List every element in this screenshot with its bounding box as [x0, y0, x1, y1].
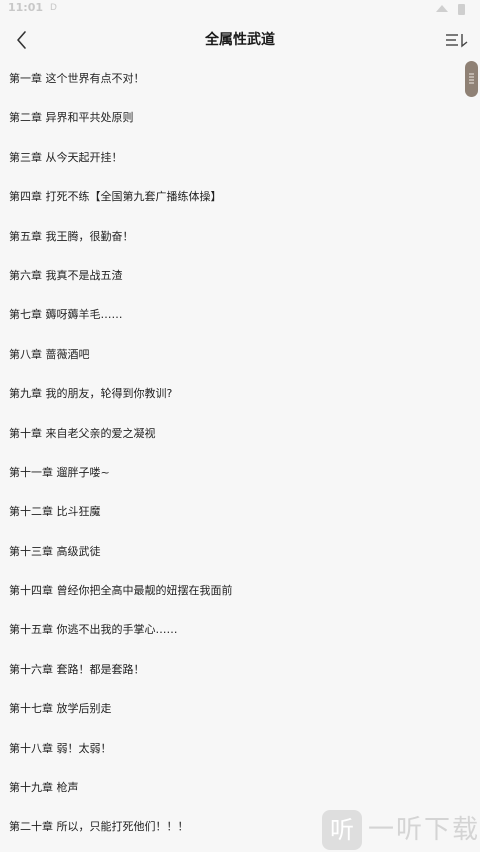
grip-lines-icon [469, 73, 474, 84]
chapter-item[interactable]: 第十二章 比斗狂魔 [0, 492, 480, 531]
chapter-item[interactable]: 第十八章 弱！太弱！ [0, 729, 480, 768]
chapter-item[interactable]: 第十章 来自老父亲的爱之凝视 [0, 414, 480, 453]
status-time: 11:01 [8, 1, 44, 14]
chevron-left-icon[interactable] [8, 26, 36, 54]
chapter-item[interactable]: 第五章 我王腾，很勤奋！ [0, 217, 480, 256]
chapter-item[interactable]: 第十四章 曾经你把全高中最靓的妞摆在我面前 [0, 571, 480, 610]
chapter-item[interactable]: 第十七章 放学后别走 [0, 689, 480, 728]
chapter-item[interactable]: 第二章 异界和平共处原则 [0, 98, 480, 137]
watermark-logo: 听 [322, 810, 362, 850]
chapter-item[interactable]: 第十三章 高级武徒 [0, 532, 480, 571]
status-indicator: D [50, 3, 57, 13]
watermark: 听 一听下载 [322, 808, 480, 852]
status-icons [436, 4, 465, 15]
chapter-item[interactable]: 第十六章 套路！都是套路！ [0, 650, 480, 689]
chapter-item[interactable]: 第十九章 枪声 [0, 768, 480, 807]
chapter-item[interactable]: 第一章 这个世界有点不对！ [0, 59, 480, 98]
status-bar: 11:01 D [0, 0, 480, 18]
watermark-text: 一听下载 [368, 815, 480, 845]
chapter-item[interactable]: 第十五章 你逃不出我的手掌心…… [0, 610, 480, 649]
chapter-item[interactable]: 第九章 我的朋友，轮得到你教训? [0, 374, 480, 413]
chapter-item[interactable]: 第十一章 遛胖子喽~ [0, 453, 480, 492]
watermark-logo-char: 听 [330, 816, 354, 844]
scrollbar-thumb[interactable] [465, 61, 478, 97]
header: 全属性武道 [0, 18, 480, 62]
chapter-item[interactable]: 第六章 我真不是战五渣 [0, 256, 480, 295]
chapter-item[interactable]: 第七章 薅呀薅羊毛…… [0, 295, 480, 334]
list-order-icon[interactable] [440, 26, 476, 54]
wifi-icon [436, 5, 448, 12]
chapter-item[interactable]: 第四章 打死不练【全国第九套广播练体操】 [0, 177, 480, 216]
page-title: 全属性武道 [205, 32, 275, 48]
battery-icon [458, 4, 465, 15]
chapter-item[interactable]: 第三章 从今天起开挂！ [0, 138, 480, 177]
chapter-list: 第一章 这个世界有点不对！ 第二章 异界和平共处原则 第三章 从今天起开挂！ 第四章 … [0, 59, 480, 847]
chapter-item[interactable]: 第八章 蔷薇酒吧 [0, 335, 480, 374]
